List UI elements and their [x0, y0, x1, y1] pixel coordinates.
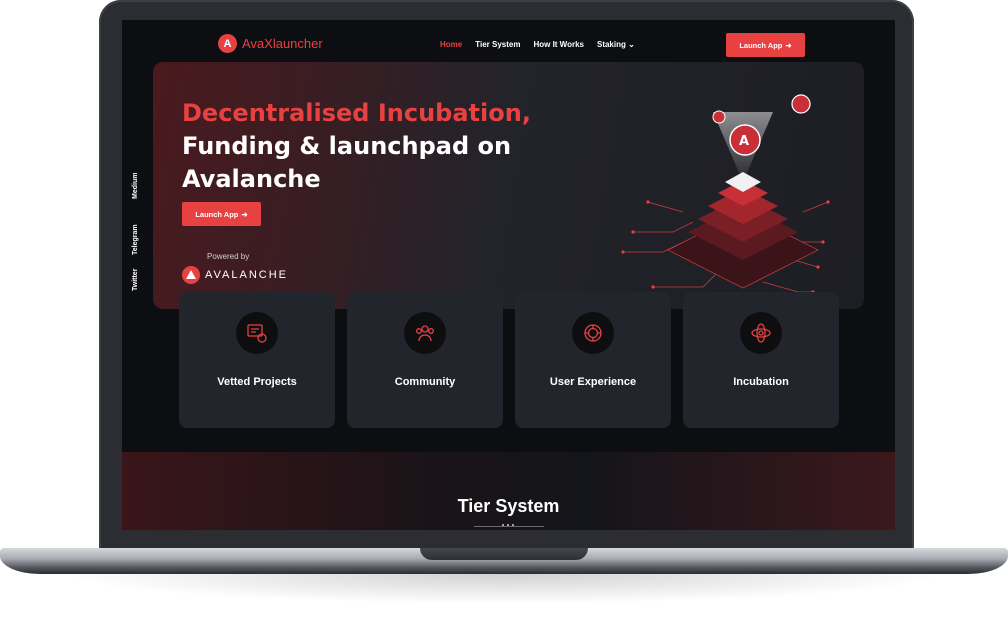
community-icon: [404, 312, 446, 354]
social-links: Medium Telegram Twitter: [132, 145, 146, 291]
feature-card-incubation[interactable]: Incubation: [683, 292, 839, 428]
tier-divider-dots: [502, 524, 516, 528]
arrow-circle-icon: ➜: [785, 40, 792, 50]
feature-label: Community: [394, 376, 456, 388]
nav-link-staking-label: Staking: [596, 40, 626, 49]
top-navigation: A AvaXlauncher Home Tier System How It W…: [122, 20, 895, 68]
feature-card-vetted-projects[interactable]: Vetted Projects: [179, 292, 335, 428]
nav-links: Home Tier System How It Works Staking ⌄: [440, 40, 635, 49]
vetted-projects-icon: [236, 312, 278, 354]
feature-label: Vetted Projects: [217, 376, 297, 388]
laptop-notch: [420, 548, 588, 560]
nav-link-how-it-works[interactable]: How It Works: [533, 40, 584, 49]
avalanche-logo: AVALANCHE: [182, 266, 288, 284]
laptop-shadow: [60, 574, 948, 604]
brand-logo[interactable]: A AvaXlauncher: [218, 34, 323, 53]
feature-label: Incubation: [733, 376, 789, 388]
tier-section-title: Tier System: [457, 496, 560, 516]
social-link-medium[interactable]: Medium: [132, 173, 139, 199]
incubation-icon: [740, 312, 782, 354]
nav-link-home[interactable]: Home: [440, 40, 462, 49]
hero-title-line-3: Avalanche: [182, 165, 321, 193]
social-link-telegram[interactable]: Telegram: [132, 224, 139, 255]
hero-launch-app-button[interactable]: Launch App ➜: [182, 202, 261, 226]
nav-launch-app-button[interactable]: Launch App ➜: [726, 33, 805, 57]
arrow-circle-icon: ➜: [241, 209, 248, 219]
avalanche-wordmark: AVALANCHE: [205, 269, 289, 281]
feature-card-community[interactable]: Community: [347, 292, 503, 428]
user-experience-icon: [572, 312, 614, 354]
feature-label: User Experience: [549, 376, 637, 388]
avalanche-logo-icon: [182, 266, 200, 284]
chevron-down-icon: ⌄: [628, 40, 635, 49]
svg-text:A: A: [739, 134, 749, 149]
website-screen: Decentralised Incubation, Funding & laun…: [122, 20, 895, 530]
tier-section-background: [122, 452, 895, 530]
brand-name: AvaXlauncher: [242, 36, 323, 51]
nav-launch-app-label: Launch App: [739, 40, 783, 50]
hero-section: Decentralised Incubation, Funding & laun…: [153, 62, 864, 309]
social-link-twitter[interactable]: Twitter: [132, 269, 139, 291]
hero-launch-app-label: Launch App: [195, 209, 239, 219]
hero-title-line-2: Funding & launchpad on: [182, 132, 512, 160]
feature-card-user-experience[interactable]: User Experience: [515, 292, 671, 428]
nav-link-tier-system[interactable]: Tier System: [475, 40, 520, 49]
hero-chip-illustration: A: [621, 94, 830, 294]
hero-title-line-1: Decentralised Incubation,: [182, 99, 531, 127]
feature-cards: Vetted Projects Community User Experienc…: [179, 292, 839, 428]
nav-link-staking[interactable]: Staking ⌄: [597, 40, 635, 49]
hero-title: Decentralised Incubation, Funding & laun…: [182, 97, 531, 196]
brand-logo-icon: A: [218, 34, 237, 53]
powered-by-label: Powered by: [207, 252, 250, 261]
